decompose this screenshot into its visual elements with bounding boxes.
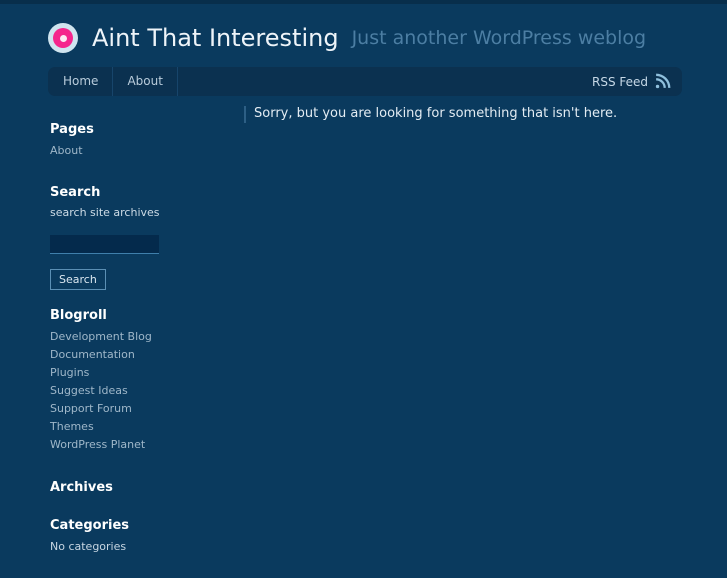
blogroll-link-plugins[interactable]: Plugins [50,366,89,379]
sidebar: Pages About Search search site archives … [50,122,225,578]
page-container: Aint That Interesting Just another WordP… [0,4,727,553]
notice-accent-bar [244,106,246,123]
blogroll-link-development-blog[interactable]: Development Blog [50,330,152,343]
pages-link-about[interactable]: About [50,144,83,157]
categories-empty-text: No categories [50,540,127,553]
list-item: WordPress Planet [50,436,225,454]
blogroll-link-themes[interactable]: Themes [50,420,94,433]
search-button[interactable]: Search [50,269,106,290]
widget-pages: Pages About [50,122,225,160]
search-field-label: search site archives [50,206,160,219]
not-found-notice: Sorry, but you are looking for something… [244,105,682,123]
logo-inner-ring [53,28,73,48]
list-item: Themes [50,418,225,436]
list-item: Development Blog [50,328,225,346]
blogroll-list: Development Blog Documentation Plugins S… [50,328,225,454]
blogroll-link-support-forum[interactable]: Support Forum [50,402,132,415]
main-content: Sorry, but you are looking for something… [244,105,682,123]
pages-list: About [50,142,225,160]
widget-search-title: Search [50,185,101,200]
nav-item-about[interactable]: About [113,67,178,96]
rss-feed-label: RSS Feed [591,74,648,89]
primary-navigation: Home About RSS Feed [48,67,682,96]
list-item: About [50,142,225,160]
blogroll-link-documentation[interactable]: Documentation [50,348,135,361]
rss-feed-link[interactable]: RSS Feed [592,73,682,90]
not-found-message: Sorry, but you are looking for something… [254,106,618,121]
widget-blogroll: Blogroll Development Blog Documentation … [50,308,225,454]
blogroll-link-wordpress-planet[interactable]: WordPress Planet [50,438,145,451]
target-circle-icon [48,23,78,53]
list-item: Plugins [50,364,225,382]
search-input[interactable] [50,235,159,254]
widget-search: Search search site archives Search [50,185,225,290]
blogroll-link-suggest-ideas[interactable]: Suggest Ideas [50,384,128,397]
rss-feed-icon [655,73,671,89]
widget-categories-title: Categories [50,518,130,533]
widget-categories: Categories No categories [50,518,225,556]
widget-archives: Archives [50,480,225,496]
site-title[interactable]: Aint That Interesting [92,24,339,52]
widget-archives-title: Archives [50,480,113,495]
nav-item-home[interactable]: Home [48,67,114,96]
widget-pages-title: Pages [50,122,94,137]
list-item: Suggest Ideas [50,382,225,400]
widget-blogroll-title: Blogroll [50,308,107,323]
site-header: Aint That Interesting Just another WordP… [48,14,682,62]
list-item: Support Forum [50,400,225,418]
site-tagline: Just another WordPress weblog [351,27,647,49]
logo-core-dot [59,34,67,42]
list-item: Documentation [50,346,225,364]
